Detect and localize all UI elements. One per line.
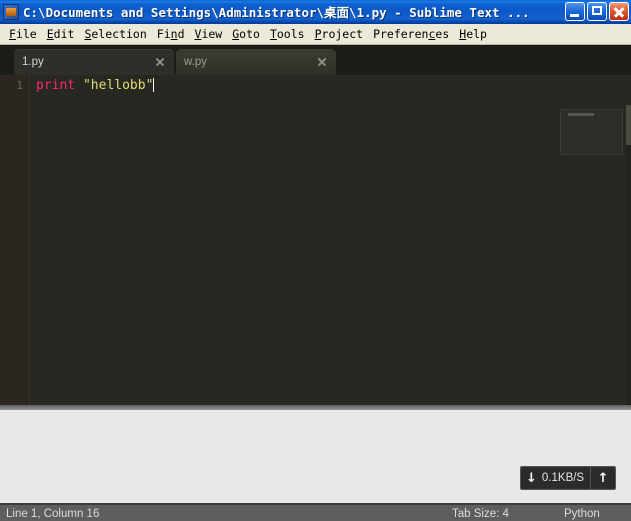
text-caret	[153, 78, 155, 92]
close-button[interactable]	[609, 2, 629, 21]
tab-1py[interactable]: 1.py	[14, 49, 174, 75]
sublime-app-icon	[3, 3, 19, 20]
line-number-gutter: 1	[0, 75, 30, 405]
download-speed-group: ↓ 0.1KB/S	[521, 467, 592, 489]
upload-speed-group: ↑	[591, 467, 615, 489]
menu-item-goto[interactable]: Goto	[227, 25, 265, 43]
tab-label: w.py	[184, 56, 208, 68]
scrollbar-thumb[interactable]	[626, 105, 631, 145]
vertical-scrollbar[interactable]	[626, 105, 631, 405]
menu-item-selection[interactable]: Selection	[79, 25, 151, 43]
menu-bar: File Edit Selection Find View Goto Tools…	[0, 24, 631, 45]
menu-item-edit[interactable]: Edit	[42, 25, 80, 43]
arrow-down-icon: ↓	[526, 470, 537, 486]
minimize-button[interactable]	[565, 2, 585, 21]
tab-size-status[interactable]: Tab Size: 4	[452, 508, 509, 520]
window-controls	[565, 2, 629, 21]
arrow-up-icon: ↑	[597, 470, 609, 486]
tab-wpy[interactable]: w.py	[176, 49, 336, 75]
application-window: C:\Documents and Settings\Administrator\…	[0, 0, 631, 521]
close-icon[interactable]	[316, 56, 328, 68]
status-bar: Line 1, Column 16 Tab Size: 4 Python	[0, 503, 631, 521]
menu-item-find[interactable]: Find	[152, 25, 190, 43]
line-number: 1	[16, 79, 23, 92]
network-speed-widget[interactable]: ↓ 0.1KB/S ↑	[520, 466, 617, 490]
download-speed-value: 0.1KB/S	[541, 472, 585, 484]
minimap-panel[interactable]	[560, 109, 623, 155]
menu-item-file[interactable]: File	[4, 25, 42, 43]
menu-item-project[interactable]: Project	[310, 25, 368, 43]
menu-item-preferences[interactable]: Preferences	[368, 25, 454, 43]
code-token-string: "hellobb"	[82, 78, 154, 93]
window-title: C:\Documents and Settings\Administrator\…	[23, 5, 530, 20]
title-bar: C:\Documents and Settings\Administrator\…	[0, 0, 631, 24]
editor-window: 1.py w.py 1 print "hellobb"	[0, 45, 631, 405]
tab-label: 1.py	[22, 56, 44, 68]
close-icon[interactable]	[154, 56, 166, 68]
maximize-button[interactable]	[587, 2, 607, 21]
menu-item-help[interactable]: Help	[454, 25, 492, 43]
menu-item-view[interactable]: View	[190, 25, 228, 43]
code-line-1: print "hellobb"	[36, 78, 155, 94]
tab-strip: 1.py w.py	[0, 45, 631, 75]
cursor-position-status: Line 1, Column 16	[6, 508, 100, 520]
code-editor-area[interactable]: 1 print "hellobb"	[0, 75, 631, 405]
syntax-mode-status[interactable]: Python	[564, 508, 600, 520]
menu-item-tools[interactable]: Tools	[265, 25, 310, 43]
code-token-keyword: print	[36, 78, 76, 93]
